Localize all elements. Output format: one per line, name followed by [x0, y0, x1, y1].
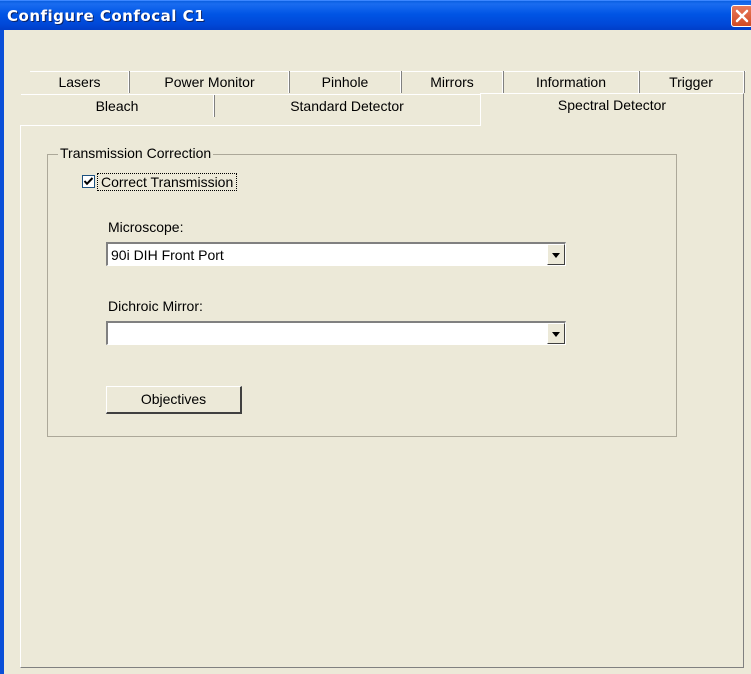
tab-lasers[interactable]: Lasers	[30, 71, 129, 93]
tab-trigger[interactable]: Trigger	[640, 71, 742, 93]
group-title: Transmission Correction	[58, 145, 214, 161]
title-bar: Configure Confocal C1	[0, 0, 751, 30]
tab-pinhole[interactable]: Pinhole	[290, 71, 400, 93]
tab-bleach[interactable]: Bleach	[21, 95, 213, 117]
correct-transmission-label[interactable]: Correct Transmission	[97, 173, 238, 191]
tab-separator	[128, 71, 130, 93]
objectives-button[interactable]: Objectives	[106, 386, 242, 414]
triangle-down-icon	[552, 332, 560, 337]
microscope-label: Microscope:	[108, 219, 184, 235]
dichroic-dropdown-button[interactable]	[547, 323, 565, 344]
correct-transmission-checkbox[interactable]	[82, 175, 95, 188]
tab-spectral-detector-label: Spectral Detector	[557, 97, 667, 113]
dichroic-mirror-label: Dichroic Mirror:	[108, 298, 203, 314]
close-button[interactable]	[731, 5, 751, 27]
window-frame-left	[0, 30, 4, 674]
configure-dialog: Configure Confocal C1 Lasers Power Monit…	[0, 0, 751, 674]
tab-standard-detector[interactable]: Standard Detector	[215, 95, 479, 117]
tab-mirrors[interactable]: Mirrors	[402, 71, 502, 93]
tab-separator	[743, 71, 745, 93]
close-x-icon	[735, 9, 749, 23]
tab-information[interactable]: Information	[504, 71, 638, 93]
tab-spectral-detector[interactable]: Spectral Detector	[480, 93, 744, 126]
dichroic-mirror-select[interactable]	[106, 321, 566, 345]
window-title: Configure Confocal C1	[7, 7, 206, 25]
triangle-down-icon	[552, 253, 560, 258]
microscope-value: 90i DIH Front Port	[111, 247, 224, 263]
tab-power-monitor[interactable]: Power Monitor	[131, 71, 288, 93]
checkmark-icon	[83, 177, 94, 186]
tab-page-top-edge	[20, 125, 481, 126]
microscope-select[interactable]: 90i DIH Front Port	[106, 242, 566, 266]
microscope-dropdown-button[interactable]	[547, 244, 565, 265]
